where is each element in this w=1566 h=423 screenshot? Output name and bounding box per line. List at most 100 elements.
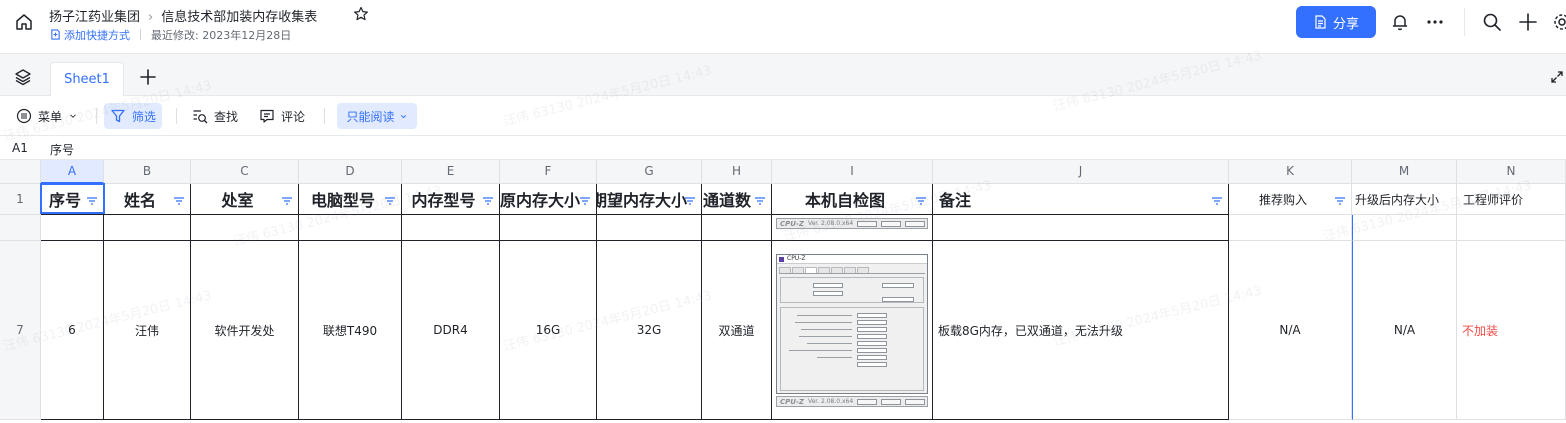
grid-cell[interactable]: [41, 215, 104, 241]
grid-cell[interactable]: 6: [41, 241, 104, 420]
header-cell[interactable]: 处室: [191, 184, 299, 215]
column-header[interactable]: C: [191, 160, 299, 184]
filter-dropdown-icon[interactable]: [1334, 196, 1346, 206]
filter-button[interactable]: 筛选: [104, 103, 163, 129]
breadcrumb-parent[interactable]: 扬子江药业集团: [49, 10, 140, 25]
header-cell[interactable]: 备注: [933, 184, 1229, 215]
header-cell-text: 推荐购入: [1258, 192, 1307, 207]
tab-sheet1[interactable]: Sheet1: [50, 62, 124, 96]
grid-cell[interactable]: N/A: [1229, 241, 1352, 420]
cpuz-field: [882, 297, 914, 302]
grid-cell[interactable]: 16G: [500, 241, 597, 420]
filter-dropdown-icon[interactable]: [1211, 196, 1223, 206]
comment-button[interactable]: 评论: [253, 103, 311, 129]
column-header[interactable]: N: [1457, 160, 1566, 184]
cpuz-field: [882, 283, 914, 288]
shortcut-icon: [51, 29, 60, 40]
grid-cell[interactable]: N/A: [1352, 241, 1457, 420]
filter-dropdown-icon[interactable]: [754, 196, 766, 206]
grid-cell[interactable]: [933, 215, 1229, 241]
grid-cell[interactable]: 不加装: [1457, 241, 1566, 420]
column-header[interactable]: D: [299, 160, 402, 184]
formula-bar: A1 序号: [0, 136, 1566, 160]
doc-subinfo: 添加快捷方式 最近修改: 2023年12月28日: [50, 27, 291, 43]
grid-cell[interactable]: 双通道: [702, 241, 772, 420]
grid-cell[interactable]: 汪伟: [104, 241, 191, 420]
row-header[interactable]: 1: [0, 184, 41, 215]
search-icon[interactable]: [1482, 12, 1502, 32]
column-header[interactable]: H: [702, 160, 772, 184]
column-header[interactable]: B: [104, 160, 191, 184]
filter-dropdown-icon[interactable]: [482, 196, 494, 206]
add-sheet-icon[interactable]: [139, 68, 157, 86]
share-button[interactable]: 分享: [1296, 6, 1376, 38]
row-header-hidden[interactable]: [0, 215, 41, 241]
header-cell-text: 通道数: [703, 191, 752, 210]
grid-cell[interactable]: 软件开发处: [191, 241, 299, 420]
filter-dropdown-icon[interactable]: [684, 196, 696, 206]
find-button[interactable]: 查找: [186, 103, 244, 129]
column-header[interactable]: J: [933, 160, 1229, 184]
bell-icon[interactable]: [1390, 12, 1410, 32]
gear-icon[interactable]: [1552, 12, 1566, 32]
column-header[interactable]: M: [1352, 160, 1457, 184]
filter-dropdown-icon[interactable]: [281, 196, 293, 206]
grid-cell[interactable]: 联想T490: [299, 241, 402, 420]
header-cell[interactable]: 通道数: [702, 184, 772, 215]
filter-dropdown-icon[interactable]: [173, 196, 185, 206]
doc-title[interactable]: 信息技术部加装内存收集表: [161, 10, 317, 25]
header-cell[interactable]: 工程师评价: [1457, 184, 1566, 215]
column-header[interactable]: I: [772, 160, 933, 184]
grid-cell[interactable]: 板载8G内存，已双通道，无法升级: [933, 241, 1229, 420]
expand-icon[interactable]: [1550, 70, 1564, 84]
filter-dropdown-icon[interactable]: [579, 196, 591, 206]
more-icon[interactable]: [1425, 12, 1445, 32]
cpuz-field: [857, 320, 887, 325]
formula-input[interactable]: 序号: [50, 141, 74, 158]
header-cell[interactable]: 期望内存大小: [597, 184, 702, 215]
readonly-mode-dropdown[interactable]: 只能阅读: [337, 103, 417, 129]
cell-reference[interactable]: A1: [12, 141, 28, 155]
header-cell[interactable]: 推荐购入: [1229, 184, 1352, 215]
select-all-corner[interactable]: [0, 160, 41, 184]
grid-cell[interactable]: [1229, 215, 1352, 241]
grid-cell[interactable]: [702, 215, 772, 241]
column-header[interactable]: K: [1229, 160, 1352, 184]
column-header[interactable]: G: [597, 160, 702, 184]
header-cell[interactable]: 原内存大小: [500, 184, 597, 215]
layers-icon[interactable]: [14, 68, 32, 86]
filter-dropdown-icon[interactable]: [86, 196, 98, 206]
header-cell[interactable]: 电脑型号: [299, 184, 402, 215]
header-cell[interactable]: 本机自检图: [772, 184, 933, 215]
grid-cell[interactable]: [299, 215, 402, 241]
plus-icon[interactable]: [1518, 12, 1538, 32]
header-cell[interactable]: 升级后内存大小: [1352, 184, 1457, 215]
column-header[interactable]: A: [41, 160, 104, 184]
menu-button[interactable]: 菜单: [10, 103, 84, 129]
cpuz-logo: CPU-Z: [780, 219, 804, 228]
grid-cell[interactable]: [104, 215, 191, 241]
column-header[interactable]: F: [500, 160, 597, 184]
row-header[interactable]: 7: [0, 241, 41, 420]
filter-dropdown-icon[interactable]: [384, 196, 396, 206]
star-icon[interactable]: [353, 6, 369, 22]
grid-cell[interactable]: [1457, 215, 1566, 241]
grid-cell[interactable]: [402, 215, 500, 241]
grid-cell[interactable]: 32G: [597, 241, 702, 420]
header-cell-text: 内存型号: [411, 191, 476, 210]
grid-cell[interactable]: [191, 215, 299, 241]
column-header[interactable]: E: [402, 160, 500, 184]
grid-cell[interactable]: DDR4: [402, 241, 500, 420]
cpuz-version: Ver. 2.08.0.x64: [807, 398, 854, 405]
cpuz-screenshot[interactable]: CPU-Z: [776, 254, 928, 394]
grid-cell[interactable]: [500, 215, 597, 241]
header-cell[interactable]: 姓名: [104, 184, 191, 215]
filter-dropdown-icon[interactable]: [915, 196, 927, 206]
grid-cell[interactable]: [1352, 215, 1457, 241]
cpuz-field: [857, 362, 887, 367]
home-icon[interactable]: [14, 12, 34, 32]
grid-cell[interactable]: [597, 215, 702, 241]
add-shortcut-link[interactable]: 添加快捷方式: [50, 29, 130, 42]
header-cell[interactable]: 序号: [41, 184, 104, 215]
header-cell[interactable]: 内存型号: [402, 184, 500, 215]
